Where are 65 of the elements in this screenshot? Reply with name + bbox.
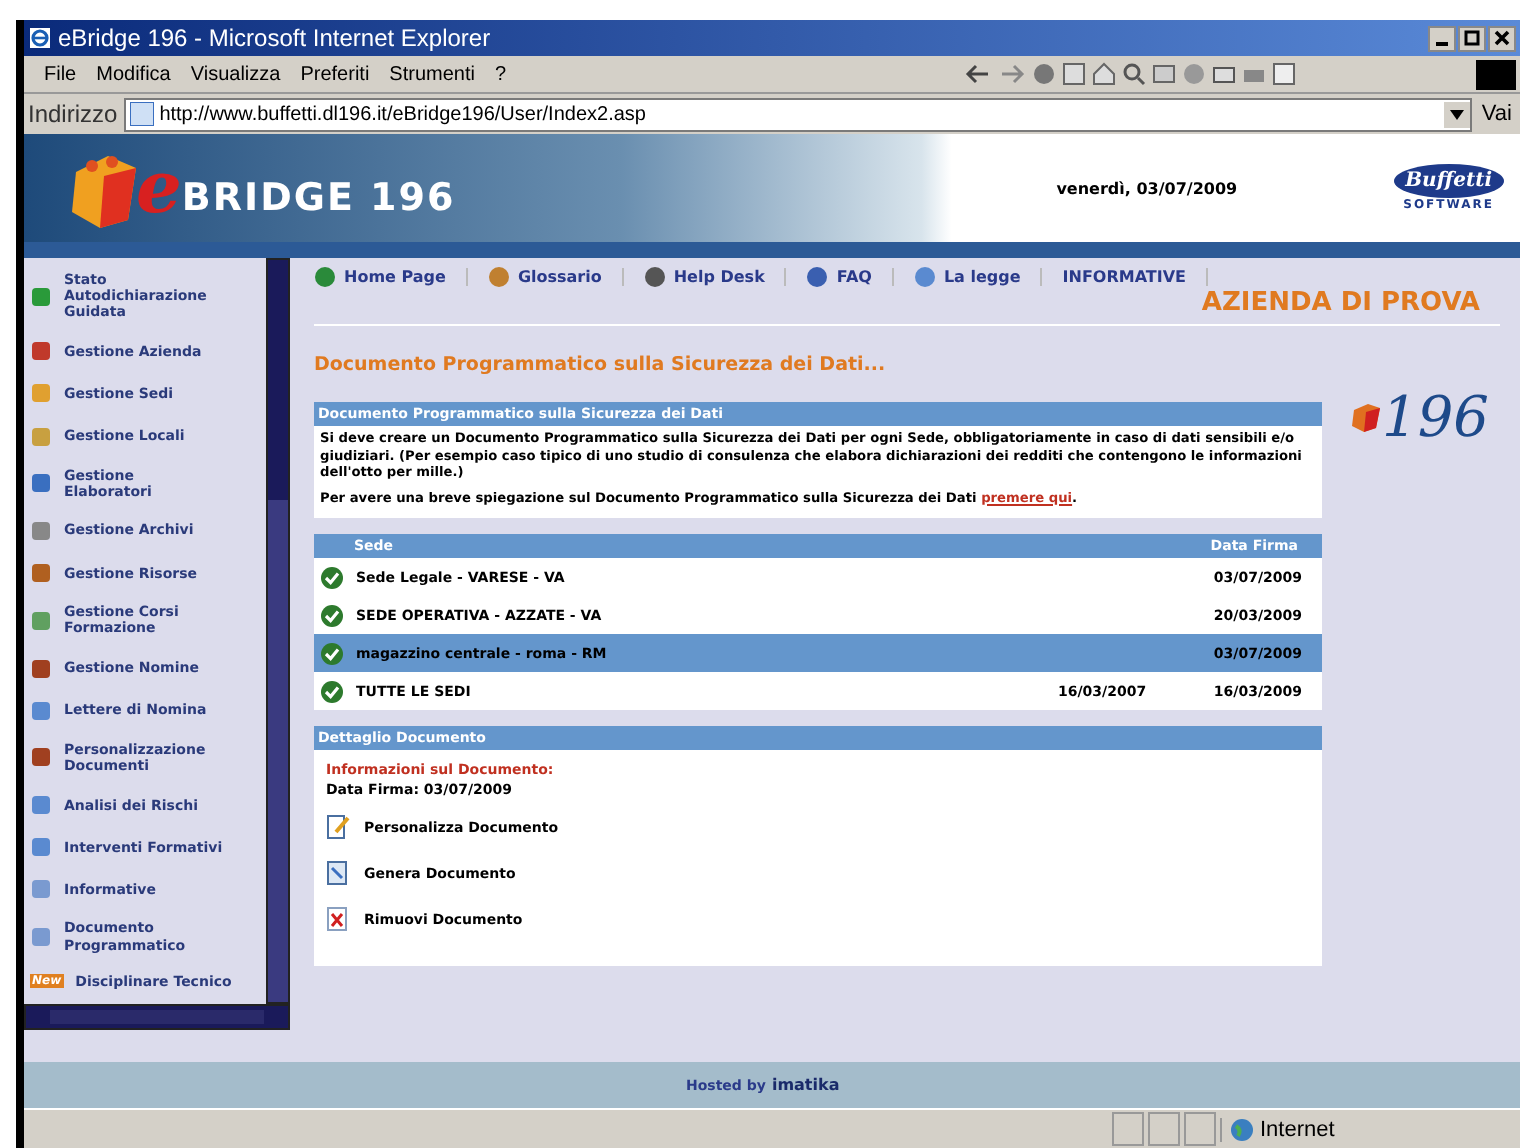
nav-link[interactable]: Home Page bbox=[314, 266, 446, 288]
menu-icon bbox=[30, 340, 52, 363]
horizontal-scrollbar[interactable] bbox=[24, 1004, 290, 1030]
logo-text: BRIDGE 196 bbox=[181, 176, 456, 220]
check-icon bbox=[320, 679, 344, 704]
address-label: Indirizzo bbox=[28, 100, 118, 128]
check-icon bbox=[320, 565, 344, 590]
document-pencil-icon bbox=[326, 814, 350, 841]
nav-icon bbox=[806, 266, 829, 288]
menu-icon bbox=[30, 285, 52, 308]
logo-letter: e bbox=[136, 152, 182, 224]
status-panel bbox=[1184, 1112, 1216, 1146]
menu-icon bbox=[30, 836, 52, 859]
menu-icon bbox=[30, 562, 52, 585]
document-delete-icon bbox=[326, 906, 350, 933]
menu-icon bbox=[30, 699, 52, 722]
nav-icon bbox=[314, 266, 336, 288]
nav-link[interactable]: Help Desk bbox=[643, 266, 765, 288]
dropdown-arrow-icon[interactable] bbox=[1449, 109, 1464, 119]
close-icon bbox=[1494, 30, 1510, 46]
nav-icon bbox=[487, 266, 510, 288]
nav-link[interactable]: INFORMATIVE bbox=[1062, 268, 1186, 286]
nav-link[interactable]: Glossario bbox=[487, 266, 602, 288]
go-button[interactable]: Vai bbox=[1477, 102, 1516, 126]
status-panel bbox=[1148, 1112, 1180, 1146]
window-title: eBridge 196 - Microsoft Internet Explorer bbox=[58, 24, 491, 52]
menu-icon bbox=[30, 520, 52, 542]
check-icon bbox=[320, 641, 344, 666]
menu-icon bbox=[30, 472, 52, 495]
document-icon bbox=[326, 860, 350, 887]
nav-link[interactable]: FAQ bbox=[806, 266, 872, 288]
menu-item[interactable]: Visualizza bbox=[182, 63, 293, 85]
back-icon[interactable] bbox=[964, 62, 992, 86]
company-name: AZIENDA DI PROVA bbox=[1201, 288, 1480, 318]
page-title: Documento Programmatico sulla Sicurezza dei Dati... bbox=[314, 354, 888, 376]
menu-icon bbox=[30, 657, 52, 680]
minimize-button[interactable] bbox=[1428, 25, 1456, 51]
menu-icon bbox=[30, 746, 52, 769]
nav-icon bbox=[913, 266, 936, 288]
menu-item[interactable]: ? bbox=[486, 63, 519, 85]
status-panel bbox=[1112, 1112, 1144, 1146]
close-button[interactable] bbox=[1488, 25, 1516, 51]
menu-item[interactable]: Modifica bbox=[88, 63, 183, 85]
menu-icon bbox=[30, 926, 52, 948]
address-field[interactable]: http://www.buffetti.dl196.it/eBridge196/User/Index2.asp bbox=[123, 97, 1472, 131]
menu-icon bbox=[30, 609, 52, 632]
maximize-button[interactable] bbox=[1458, 25, 1486, 51]
date-label: venerdì, 03/07/2009 bbox=[1056, 179, 1238, 197]
maximize-icon bbox=[1464, 30, 1480, 46]
search-icon[interactable] bbox=[1122, 62, 1146, 86]
menu-icon bbox=[30, 382, 52, 405]
nav-icon bbox=[643, 266, 666, 288]
menu-item[interactable]: File bbox=[36, 63, 89, 85]
menu-item[interactable]: Strumenti bbox=[381, 63, 487, 85]
host-logo[interactable]: imatika bbox=[771, 1076, 840, 1094]
menu-item[interactable]: Preferiti bbox=[292, 63, 382, 85]
side-logo: 196 bbox=[1350, 386, 1489, 446]
nav-link[interactable]: La legge bbox=[913, 266, 1021, 288]
security-zone: Internet bbox=[1220, 1117, 1520, 1141]
home-icon[interactable] bbox=[1092, 62, 1116, 86]
check-icon bbox=[320, 603, 344, 628]
menu-icon bbox=[30, 425, 52, 448]
vertical-scrollbar[interactable] bbox=[266, 258, 290, 1004]
menu-icon bbox=[30, 878, 52, 901]
menu-icon bbox=[30, 794, 52, 817]
